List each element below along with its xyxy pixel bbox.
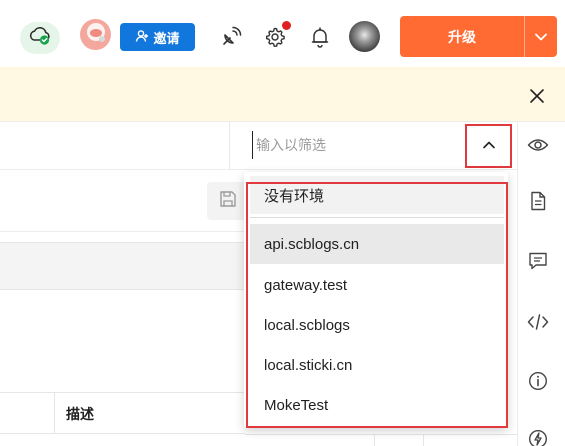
invite-label: 邀请: [153, 30, 180, 46]
avatar-face-icon: [83, 19, 109, 50]
user-avatar[interactable]: [349, 21, 380, 52]
chevron-up-icon: [482, 137, 496, 155]
filter-divider: [229, 122, 230, 170]
right-sidebar: [517, 122, 565, 446]
cloud-sync-button[interactable]: [20, 22, 60, 54]
comment-icon[interactable]: [527, 250, 549, 272]
column-description-label: 描述: [66, 406, 94, 422]
satellite-icon[interactable]: [219, 25, 243, 49]
table-column-divider: [54, 392, 55, 434]
lightning-icon[interactable]: [527, 428, 549, 446]
table-column-divider: [423, 434, 424, 446]
table-column-divider: [374, 434, 375, 446]
save-button[interactable]: [207, 182, 249, 220]
notification-dot: [282, 21, 291, 30]
bell-icon[interactable]: [308, 25, 332, 49]
dropdown-highlight-frame: [246, 182, 508, 428]
notice-banner: [0, 67, 565, 122]
close-icon[interactable]: [525, 84, 549, 108]
add-user-icon: [135, 29, 149, 46]
table-header-line: [245, 434, 517, 435]
save-icon: [219, 190, 237, 213]
content-divider: [0, 231, 245, 232]
cloud-check-icon: [28, 26, 52, 51]
upgrade-button[interactable]: 升级: [400, 16, 557, 57]
table-header: [0, 392, 245, 434]
info-icon[interactable]: [527, 370, 549, 392]
upgrade-label: 升级: [448, 28, 476, 45]
team-avatar[interactable]: [80, 19, 111, 50]
environment-filter-input[interactable]: [252, 131, 457, 159]
invite-button[interactable]: 邀请: [120, 23, 195, 51]
collapse-dropdown-button[interactable]: [465, 124, 512, 168]
code-icon[interactable]: [527, 311, 549, 333]
eye-icon[interactable]: [527, 134, 549, 156]
document-icon[interactable]: [527, 190, 549, 212]
chevron-down-icon[interactable]: [525, 16, 557, 57]
content-row-band: [0, 242, 245, 290]
